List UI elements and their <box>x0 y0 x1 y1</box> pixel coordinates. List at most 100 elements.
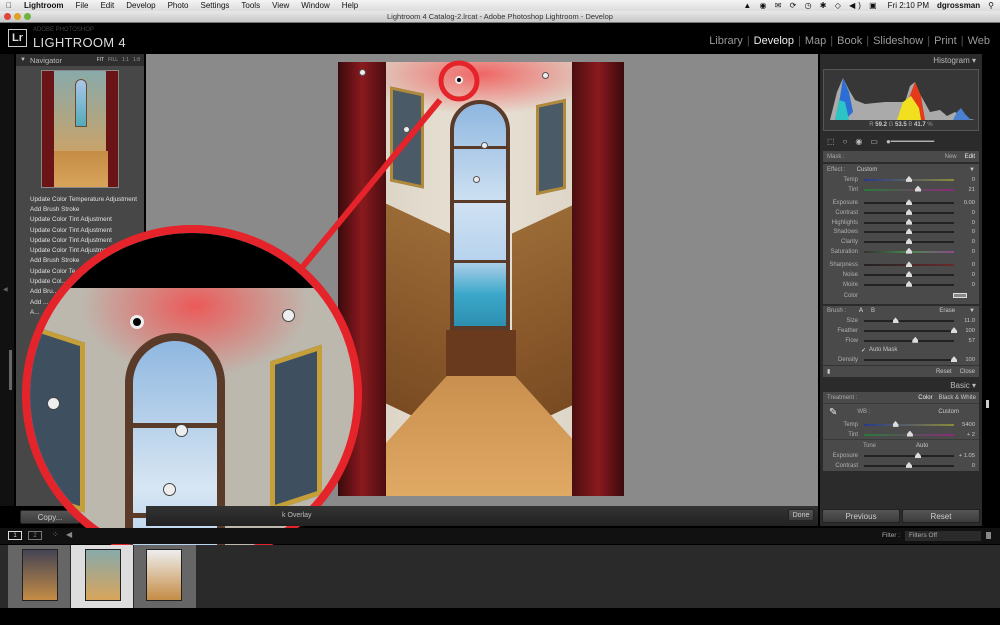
navigator-preview[interactable] <box>41 70 119 188</box>
effect-temp-slider[interactable] <box>864 175 954 182</box>
slider-knob[interactable] <box>906 261 912 268</box>
brush-b-tab[interactable]: B <box>871 308 875 314</box>
effect-shadows-slider[interactable] <box>864 228 954 235</box>
color-swatch[interactable] <box>953 293 967 299</box>
right-scrollbar[interactable] <box>986 400 989 408</box>
edit-pin[interactable] <box>359 69 366 76</box>
panel-switch-icon[interactable]: ▮ <box>823 368 830 375</box>
menu-help[interactable]: Help <box>342 1 358 10</box>
collapse-triangle-icon[interactable]: ▼ <box>20 57 26 63</box>
module-develop[interactable]: Develop <box>750 35 798 47</box>
histogram[interactable]: R 59.2 G 53.5 B 41.7 % <box>823 69 979 131</box>
brush-flow-value[interactable]: 57 <box>957 338 979 344</box>
brush-density-value[interactable]: 100 <box>957 357 979 363</box>
menu-view[interactable]: View <box>272 1 289 10</box>
slider-knob[interactable] <box>915 185 921 192</box>
mask-edit-button[interactable]: Edit <box>965 154 975 160</box>
effect-saturation-value[interactable]: 0 <box>957 249 979 255</box>
effect-clarity-value[interactable]: 0 <box>957 239 979 245</box>
effect-clarity-slider[interactable] <box>864 237 954 244</box>
effect-sharpness-value[interactable]: 0 <box>957 262 979 268</box>
module-print[interactable]: Print <box>930 35 961 47</box>
histogram-header[interactable]: Histogram ▾ <box>820 54 982 67</box>
edit-pin-active[interactable] <box>455 76 463 84</box>
zoom-1-8[interactable]: 1:8 <box>133 57 140 63</box>
slider-knob[interactable] <box>912 336 919 343</box>
grid-view-icon[interactable]: ⁘ <box>52 530 59 539</box>
minimize-window-button[interactable] <box>14 13 21 20</box>
effect-noise-value[interactable]: 0 <box>957 272 979 278</box>
slider-knob[interactable] <box>906 271 912 278</box>
brush-close-button[interactable]: Close <box>960 369 975 375</box>
slider-knob[interactable] <box>906 237 912 244</box>
view-1-button[interactable]: 1 <box>8 531 22 540</box>
module-web[interactable]: Web <box>964 35 994 47</box>
treatment-bw[interactable]: Black & White <box>939 395 976 401</box>
menu-tools[interactable]: Tools <box>241 1 260 10</box>
slider-knob[interactable] <box>906 461 912 468</box>
module-slideshow[interactable]: Slideshow <box>869 35 927 47</box>
crop-tool-icon[interactable]: ⬚ <box>827 137 835 146</box>
effect-contrast-value[interactable]: 0 <box>957 210 979 216</box>
menu-photo[interactable]: Photo <box>168 1 189 10</box>
slider-knob[interactable] <box>892 420 899 427</box>
brush-size-value[interactable]: 11.0 <box>957 318 979 324</box>
tone-contrast-value[interactable]: 0 <box>957 463 979 469</box>
history-item[interactable]: Add Brush Stroke <box>16 204 144 214</box>
brush-a-tab[interactable]: A <box>859 308 863 314</box>
navigator-header[interactable]: ▼ Navigator FIT FILL 1:1 1:8 <box>16 54 144 66</box>
effect-temp-value[interactable]: 0 <box>957 177 979 183</box>
menu-develop[interactable]: Develop <box>126 1 155 10</box>
back-arrow-icon[interactable]: ◀ <box>66 530 72 539</box>
slider-knob[interactable] <box>906 228 912 235</box>
filter-dropdown[interactable]: Filters Off <box>905 531 981 541</box>
left-panel-edge[interactable]: ◀ <box>0 54 14 506</box>
wb-eyedropper-icon[interactable]: ✎ <box>823 407 837 418</box>
effect-sharpness-slider[interactable] <box>864 261 954 268</box>
slider-knob[interactable] <box>906 175 912 182</box>
effect-exposure-slider[interactable] <box>864 199 954 206</box>
effect-tint-slider[interactable] <box>864 185 954 192</box>
previous-button[interactable]: Previous <box>822 509 900 523</box>
close-window-button[interactable] <box>4 13 11 20</box>
zoom-1-1[interactable]: 1:1 <box>122 57 129 63</box>
view-2-button[interactable]: 2 <box>28 531 42 540</box>
effect-exposure-value[interactable]: 0.00 <box>957 200 979 206</box>
filmstrip-thumb[interactable] <box>134 545 196 608</box>
show-overlay-label[interactable]: k Overlay <box>282 512 312 519</box>
tone-auto-button[interactable]: Auto <box>916 443 928 449</box>
spot-removal-icon[interactable]: ○ <box>843 137 848 146</box>
wb-dropdown[interactable]: Custom <box>938 409 959 415</box>
slider-knob[interactable] <box>906 430 913 437</box>
effect-shadows-value[interactable]: 0 <box>957 229 979 235</box>
auto-mask-checkbox[interactable]: ✓ <box>861 347 866 354</box>
filmstrip-thumb[interactable] <box>8 545 70 608</box>
graduated-filter-icon[interactable]: ▭ <box>870 137 878 146</box>
menu-file[interactable]: File <box>76 1 89 10</box>
brush-flow-slider[interactable] <box>864 336 954 343</box>
slider-knob[interactable] <box>892 317 899 324</box>
zoom-fit[interactable]: FIT <box>97 57 105 63</box>
module-book[interactable]: Book <box>833 35 866 47</box>
basic-temp-slider[interactable] <box>864 420 954 427</box>
effect-moire-slider[interactable] <box>864 280 954 287</box>
treatment-color[interactable]: Color <box>918 395 932 401</box>
menu-settings[interactable]: Settings <box>201 1 230 10</box>
edit-pin[interactable] <box>403 126 410 133</box>
brush-reset-button[interactable]: Reset <box>936 369 952 375</box>
effect-moire-value[interactable]: 0 <box>957 282 979 288</box>
tone-exposure-value[interactable]: + 1.05 <box>957 453 979 459</box>
edit-pin[interactable] <box>473 176 480 183</box>
zoom-fill[interactable]: FILL <box>108 57 118 63</box>
brush-collapse-icon[interactable]: ▼ <box>969 308 979 314</box>
filmstrip-thumb-selected[interactable] <box>71 545 133 608</box>
main-photo[interactable] <box>338 62 624 496</box>
mask-new-button[interactable]: New <box>945 154 957 160</box>
left-scrollbar[interactable] <box>9 350 12 390</box>
brush-density-slider[interactable] <box>864 356 957 363</box>
apple-icon[interactable]:  <box>6 1 12 10</box>
basic-temp-value[interactable]: 5400 <box>957 422 979 428</box>
slider-knob[interactable] <box>906 280 912 287</box>
effect-preset-dropdown[interactable]: Custom <box>857 167 878 173</box>
effect-noise-slider[interactable] <box>864 271 954 278</box>
